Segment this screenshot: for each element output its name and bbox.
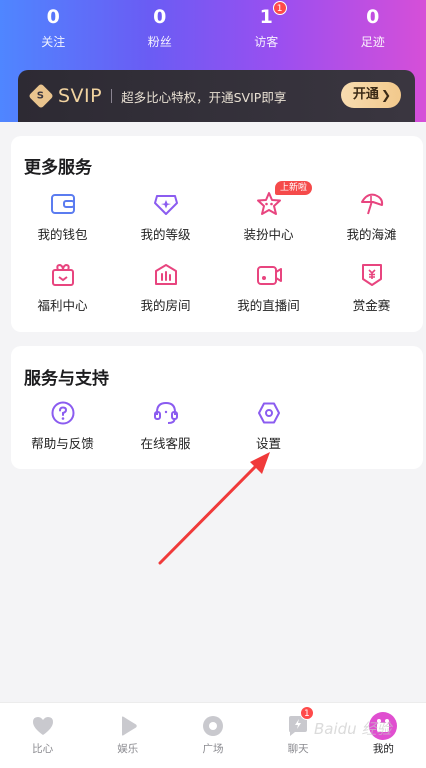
wallet-icon (50, 194, 75, 214)
new-badge: 上新啦 (275, 181, 313, 195)
service-label: 我的房间 (140, 298, 191, 313)
support-card: 服务与支持 帮助与反馈 在线客服 设置 (11, 346, 423, 469)
watermark: Baidu 经验 (314, 720, 392, 738)
level-icon (153, 195, 178, 215)
gift-icon (51, 263, 74, 286)
nav-label: 娱乐 (117, 743, 139, 755)
svip-gem-letter: S (37, 90, 45, 102)
nav-label: 我的 (372, 743, 394, 755)
beach-icon (360, 193, 383, 215)
support-label: 设置 (255, 436, 281, 451)
service-label: 我的钱包 (37, 227, 88, 242)
service-item-dress-up[interactable]: 上新啦 装扮中心 (217, 181, 320, 251)
play-icon (121, 716, 137, 736)
service-item-bounty[interactable]: 赏金赛 (320, 262, 423, 322)
profile-header: 0 关注 0 粉丝 1 1 访客 0 足迹 S SVIP 超多比心特权，开通SV… (0, 0, 426, 122)
more-services-title: 更多服务 (24, 158, 92, 178)
service-item-welfare[interactable]: 福利中心 (11, 262, 114, 322)
support-label: 在线客服 (140, 436, 191, 451)
stat-value: 0 (46, 6, 60, 28)
nav-label: 比心 (32, 743, 54, 755)
visitor-badge: 1 (272, 1, 287, 15)
more-services-card: 更多服务 我的钱包 我的等级 上新啦 装扮中心 我的海滩 福利中心 我的房间 我… (11, 136, 423, 332)
stat-label: 足迹 (360, 35, 385, 49)
stats-row: 0 关注 0 粉丝 1 1 访客 0 足迹 (0, 0, 426, 60)
stat-label: 访客 (254, 35, 279, 49)
service-item-level[interactable]: 我的等级 (114, 191, 217, 251)
nav-label: 广场 (202, 743, 224, 755)
stat-visitors[interactable]: 1 1 访客 (213, 0, 320, 60)
stat-footprints[interactable]: 0 足迹 (320, 0, 426, 60)
service-label: 赏金赛 (352, 298, 391, 313)
chat-badge: 1 (299, 706, 314, 720)
svip-gem-icon: S (28, 83, 54, 109)
nav-label: 聊天 (287, 743, 309, 755)
stat-value: 0 (366, 6, 380, 28)
service-item-beach[interactable]: 我的海滩 (320, 191, 423, 251)
stat-value: 1 (259, 6, 273, 28)
nav-bixin[interactable]: 比心 (0, 703, 85, 768)
stat-value: 0 (153, 6, 167, 28)
live-camera-icon (256, 266, 282, 285)
service-item-wallet[interactable]: 我的钱包 (11, 191, 114, 251)
settings-icon (257, 402, 280, 424)
svip-divider (111, 89, 113, 103)
stat-label: 粉丝 (147, 35, 172, 49)
room-icon (154, 264, 177, 285)
nav-entertainment[interactable]: 娱乐 (85, 703, 170, 768)
svip-logo-text: SVIP (58, 85, 103, 107)
service-label: 我的直播间 (237, 298, 300, 313)
support-item-settings[interactable]: 设置 (217, 400, 320, 460)
support-item-customer-service[interactable]: 在线客服 (114, 400, 217, 460)
service-label: 福利中心 (37, 298, 88, 313)
service-label: 我的等级 (140, 227, 191, 242)
service-label: 装扮中心 (243, 227, 294, 242)
support-label: 帮助与反馈 (31, 436, 94, 451)
help-icon (51, 401, 74, 425)
bounty-icon (361, 264, 382, 286)
support-title: 服务与支持 (24, 369, 109, 389)
headset-icon (153, 401, 178, 424)
support-item-help[interactable]: 帮助与反馈 (11, 400, 114, 460)
plaza-icon (202, 716, 223, 736)
nav-plaza[interactable]: 广场 (170, 703, 255, 768)
chevron-right-icon: ❯ (380, 88, 391, 102)
svip-open-button[interactable]: 开通 ❯ (340, 82, 401, 108)
service-item-live-room[interactable]: 我的直播间 (217, 262, 320, 322)
stat-label: 关注 (41, 35, 66, 49)
stat-following[interactable]: 0 关注 (0, 0, 107, 60)
heart-icon (32, 717, 53, 735)
service-label: 我的海滩 (346, 227, 397, 242)
service-item-room[interactable]: 我的房间 (114, 262, 217, 322)
svip-banner[interactable]: S SVIP 超多比心特权，开通SVIP即享 开通 ❯ (18, 70, 415, 122)
svip-logo: S SVIP (28, 83, 103, 109)
svip-open-label: 开通 (352, 87, 379, 102)
stat-fans[interactable]: 0 粉丝 (107, 0, 214, 60)
svip-description: 超多比心特权，开通SVIP即享 (121, 89, 287, 105)
